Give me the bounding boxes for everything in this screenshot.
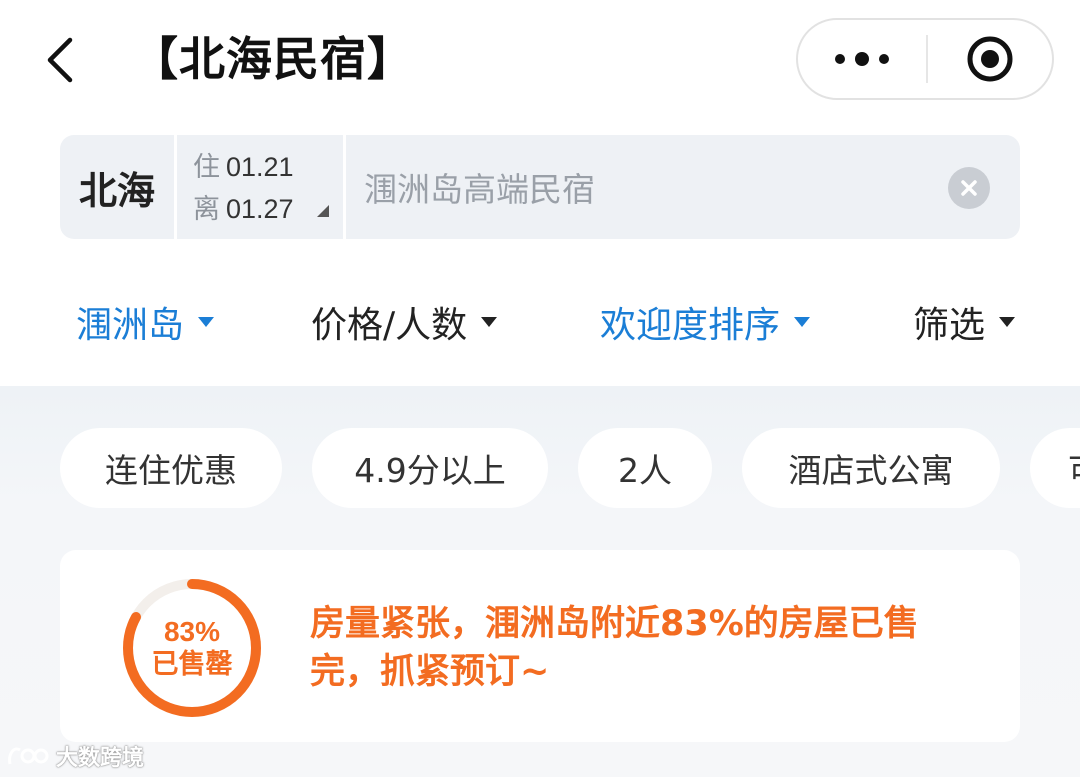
mini-program-capsule [796,18,1054,100]
filter-sort[interactable]: 欢迎度排序 [600,294,811,350]
filter-label: 筛选 [913,305,986,346]
watermark: 大数跨境 [6,738,144,774]
target-close-icon [967,36,1013,82]
sold-out-label: 已售罄 [151,648,233,680]
checkin-date: 01.21 [226,152,294,182]
quick-filter-chip[interactable]: 可 [1030,428,1080,508]
caret-down-icon [481,317,498,327]
close-button[interactable] [928,20,1052,98]
quick-filter-chip[interactable]: 连住优惠 [60,428,282,508]
chevron-left-icon [47,37,73,83]
filter-price-guests[interactable]: 价格/人数 [311,294,498,350]
quick-filter-chip[interactable]: 2人 [578,428,712,508]
checkout-date: 01.27 [226,194,294,224]
quick-filter-chip[interactable]: 4.9分以上 [312,428,548,508]
caret-down-icon [794,317,811,327]
page-title: 【北海民宿】 [132,32,414,86]
availability-notice: 83% 已售罄 房量紧张，涠洲岛附近83%的房屋已售完，抓紧预订~ [60,550,1020,742]
sold-percent-value: 83% [163,616,221,648]
date-selector[interactable]: 住 01.21 离 01.27 [177,135,343,239]
quick-filter-chip[interactable]: 酒店式公寓 [742,428,1000,508]
watermark-logo-icon [8,747,49,765]
watermark-text: 大数跨境 [56,746,145,771]
filter-label: 涠洲岛 [76,305,185,346]
clear-circle-icon [961,180,977,196]
caret-down-icon [198,317,215,327]
notice-message: 房量紧张，涠洲岛附近83%的房屋已售完，抓紧预订~ [310,604,919,692]
back-button[interactable] [34,30,84,90]
filter-more[interactable]: 筛选 [913,294,1016,350]
filter-location[interactable]: 涠洲岛 [76,294,215,350]
checkin-label: 住 [193,152,220,183]
search-bar: 北海 住 01.21 离 01.27 涠洲岛高端民宿 [60,135,1020,239]
more-button[interactable] [798,20,926,98]
filter-label: 欢迎度排序 [600,305,781,346]
search-input[interactable]: 涠洲岛高端民宿 [346,135,1020,239]
city-selector[interactable]: 北海 [60,135,174,239]
caret-down-icon [999,317,1016,327]
filter-label: 价格/人数 [311,305,468,346]
more-dots-icon [835,52,889,66]
checkin-row: 住 01.21 [193,145,343,187]
ring-label: 83% 已售罄 [118,574,266,722]
clear-search-button[interactable] [948,167,990,209]
top-bar: 【北海民宿】 [0,0,1080,120]
content-area: 连住优惠 4.9分以上 2人 酒店式公寓 可 83% 已售罄 房量紧张，涠洲岛附… [0,386,1080,777]
filter-bar: 涠洲岛 价格/人数 欢迎度排序 筛选 [0,262,1080,382]
checkout-label: 离 [193,194,220,225]
date-dropdown-icon [317,205,329,217]
